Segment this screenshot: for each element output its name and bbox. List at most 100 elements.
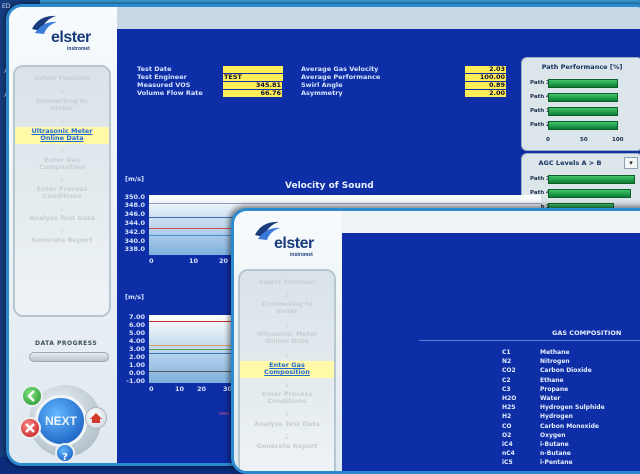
gas-component-name: Methane — [540, 349, 570, 356]
info-label: Test Engineer — [137, 73, 187, 81]
gas-component-name: Hydrogen — [540, 413, 573, 421]
step-ultrasonic-meter-online-data[interactable]: Ultrasonic Meter Online Data — [15, 127, 109, 144]
step-enter-gas-composition[interactable]: Enter Gas Composition — [240, 361, 334, 378]
series-line — [149, 203, 541, 204]
workflow-steps: Select Function ⇣ Connecting to meter ⇣ … — [13, 65, 111, 317]
step-generate-report[interactable]: Generate Report — [240, 442, 334, 450]
gas-component-code: nC4 — [502, 450, 515, 458]
step-arrow-icon: ⇣ — [59, 117, 65, 125]
nav-cluster: NEXT ? — [13, 377, 117, 463]
y-tick: 346.0 — [124, 210, 145, 218]
elster-logo: elster instromet — [29, 13, 113, 53]
step-arrow-icon: ⇣ — [59, 176, 65, 184]
y-tick: -1.00 — [126, 377, 145, 385]
chevron-down-icon: ▾ — [629, 159, 633, 167]
gas-component-name: Hydrogen Sulphide — [540, 404, 605, 412]
back-button[interactable] — [21, 385, 43, 407]
gas-component-name: Water — [540, 395, 561, 402]
gas-component-code: iC5 — [502, 459, 513, 467]
gas-component-code: H2 — [502, 413, 512, 421]
data-progress-label: DATA PROGRESS — [35, 340, 98, 347]
gas-component-code: C3 — [502, 385, 511, 393]
step-ultrasonic-meter-online-data[interactable]: Ultrasonic Meter Online Data — [240, 330, 334, 346]
path-label: Path 4 — [530, 94, 550, 100]
gas-component-name: Oxygen — [540, 431, 566, 439]
gas-component-code: H2O — [502, 395, 517, 402]
avg-performance-value: 100.00 — [465, 74, 506, 81]
cancel-button[interactable] — [19, 417, 41, 439]
path-performance-bar — [548, 79, 618, 88]
info-label: Average Gas Velocity — [301, 65, 379, 73]
path-performance-panel: Path Performance [%] Path 3 Path 4 Path … — [521, 57, 640, 151]
step-arrow-icon: ⇣ — [284, 291, 290, 299]
gas-component-name: n-Butane — [540, 450, 571, 458]
sidebar: elster instromet Select Function ⇣ Conne… — [9, 7, 117, 463]
step-analyze-test-data[interactable]: Analyze Test Data — [240, 420, 334, 428]
home-icon — [90, 413, 102, 423]
info-label: Measured VOS — [137, 81, 191, 89]
y-tick: 1.00 — [128, 361, 145, 369]
next-button[interactable]: NEXT — [35, 395, 87, 447]
path-performance-bar — [548, 93, 618, 102]
vos-chart-title: Velocity of Sound — [285, 181, 374, 191]
axis-tick: 0 — [546, 137, 550, 143]
step-connecting-to-meter[interactable]: Connecting to meter — [15, 97, 109, 113]
y-tick: 5.00 — [128, 329, 145, 337]
step-select-function[interactable]: Select Function — [240, 278, 334, 286]
measured-vos-value: 345.81 — [223, 82, 282, 89]
y-tick: 342.0 — [124, 228, 145, 236]
step-enter-process-conditions[interactable]: Enter Process Conditions — [15, 185, 109, 201]
y-tick: 2.00 — [128, 353, 145, 361]
gas-component-code: CO2 — [502, 367, 516, 375]
info-label: Swirl Angle — [301, 81, 343, 89]
path-performance-bar — [548, 121, 618, 130]
path-label: Path 3 — [530, 176, 550, 182]
back-arrow-icon — [27, 390, 35, 402]
asymmetry-value: 2.00 — [465, 90, 506, 97]
step-connecting-to-meter[interactable]: Connecting to meter — [240, 300, 334, 316]
path-performance-bar — [548, 107, 618, 116]
gas-component-code: O2 — [502, 431, 512, 439]
data-progress-bar — [29, 352, 109, 362]
x-tick: 0 — [149, 257, 154, 265]
gas-composition-title: GAS COMPOSITION — [552, 329, 622, 337]
gas-component-name: Carbon Dioxide — [540, 367, 592, 375]
agc-dropdown-button[interactable]: ▾ — [624, 157, 638, 169]
step-arrow-icon: ⇣ — [284, 321, 290, 329]
gas-component-code: H2S — [502, 404, 516, 412]
x-tick: 10 — [175, 385, 185, 393]
logo-word: elster — [274, 235, 314, 252]
agc-levels-title: AGC Levels A > B — [538, 159, 602, 167]
test-date-value — [223, 66, 283, 73]
y-tick: 6.00 — [128, 321, 145, 329]
gas-component-name: Nitrogen — [540, 358, 570, 366]
legend-swatch — [219, 412, 229, 415]
step-arrow-icon: ⇣ — [59, 147, 65, 155]
window-titlebar — [342, 211, 640, 233]
y-tick: 350.0 — [124, 193, 145, 201]
gas-composition-panel: GAS COMPOSITION C1 Methane N2 Nitrogen CO2 Ca… — [342, 211, 640, 471]
home-button[interactable] — [85, 407, 107, 429]
help-button[interactable]: ? — [55, 443, 75, 463]
step-enter-gas-composition[interactable]: Enter Gas Composition — [15, 156, 109, 172]
logo-subtitle: instromet — [290, 252, 313, 258]
close-icon — [25, 423, 35, 433]
axis-tick: 50 — [580, 137, 588, 143]
step-generate-report[interactable]: Generate Report — [15, 236, 109, 244]
path-label: Path 3 — [530, 80, 550, 86]
y-tick: 340.0 — [124, 237, 145, 245]
axis-tick: 100 — [612, 137, 624, 143]
step-arrow-icon: ⇣ — [284, 433, 290, 441]
gas-component-code: C2 — [502, 376, 511, 384]
gas-component-name: i-Butane — [540, 441, 569, 448]
step-select-function[interactable]: Select Function — [15, 74, 109, 82]
step-enter-process-conditions[interactable]: Enter Process Conditions — [240, 390, 334, 406]
y-tick: 7.00 — [128, 313, 145, 321]
y-tick: 338.0 — [124, 245, 145, 253]
x-tick: 10 — [189, 257, 199, 265]
gas-component-name: Propane — [540, 385, 569, 393]
y-tick: 3.00 — [128, 345, 145, 353]
step-analyze-test-data[interactable]: Analyze Test Data — [15, 214, 109, 222]
step-arrow-icon: ⇣ — [284, 351, 290, 359]
swirl-angle-value: 0.89 — [465, 82, 506, 89]
